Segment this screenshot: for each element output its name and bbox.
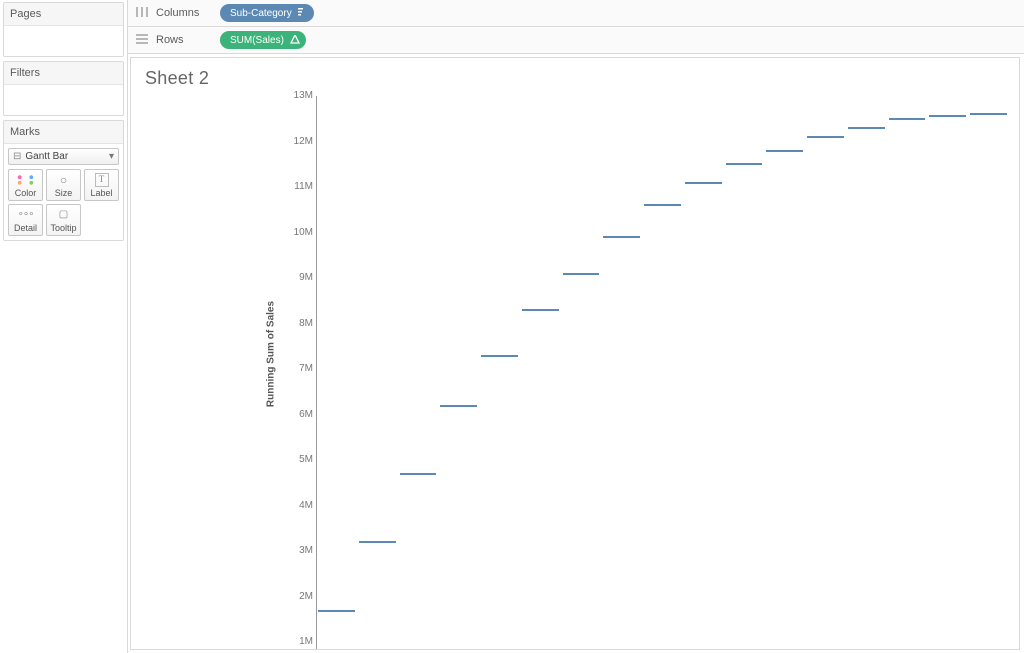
gantt-mark[interactable] [807, 136, 844, 138]
gantt-mark[interactable] [481, 355, 518, 357]
y-tick: 6M [279, 409, 313, 420]
rows-icon [128, 33, 156, 48]
sheet-title: Sheet 2 [131, 58, 1019, 93]
y-tick: 7M [279, 363, 313, 374]
y-tick: 3M [279, 545, 313, 556]
gantt-mark[interactable] [726, 163, 763, 165]
sort-icon [298, 7, 308, 17]
filters-card: Filters [3, 61, 124, 116]
gantt-mark[interactable] [563, 273, 600, 275]
gantt-mark[interactable] [970, 113, 1007, 115]
columns-label: Columns [156, 7, 212, 19]
marks-body: ⊟ Gantt Bar ▾ Color Size Label Detail To… [4, 144, 123, 240]
columns-shelf[interactable]: Columns Sub-Category [128, 0, 1024, 27]
mark-type-value: Gantt Bar [25, 151, 68, 162]
label-icon [87, 173, 116, 187]
rows-label: Rows [156, 34, 212, 46]
gantt-mark[interactable] [929, 115, 966, 117]
gantt-mark[interactable] [522, 309, 559, 311]
columns-icon [128, 6, 156, 21]
chevron-down-icon: ▾ [109, 151, 114, 162]
mark-color-button[interactable]: Color [8, 169, 43, 201]
mark-type-dropdown[interactable]: ⊟ Gantt Bar ▾ [8, 148, 119, 165]
color-icon [11, 173, 40, 187]
y-axis-label: Running Sum of Sales [266, 294, 277, 414]
viz-canvas[interactable]: Sheet 2 Running Sum of Sales 0M1M2M3M4M5… [130, 57, 1020, 650]
pages-title: Pages [4, 3, 123, 26]
gantt-icon: ⊟ [13, 151, 21, 162]
filters-title: Filters [4, 62, 123, 85]
pages-shelf[interactable] [4, 26, 123, 56]
gantt-mark[interactable] [603, 236, 640, 238]
mark-detail-button[interactable]: Detail [8, 204, 43, 236]
y-tick: 8M [279, 318, 313, 329]
table-calc-icon [290, 35, 300, 44]
chart-area: 0M1M2M3M4M5M6M7M8M9M10M11M12M13M [279, 96, 1009, 650]
y-tick: 13M [279, 90, 313, 101]
y-tick: 12M [279, 136, 313, 147]
gantt-mark[interactable] [848, 127, 885, 129]
filters-shelf[interactable] [4, 85, 123, 115]
gantt-mark[interactable] [400, 473, 437, 475]
y-tick: 2M [279, 591, 313, 602]
mark-tooltip-button[interactable]: Tooltip [46, 204, 81, 236]
mark-size-button[interactable]: Size [46, 169, 81, 201]
rows-pill-sum-sales[interactable]: SUM(Sales) [220, 31, 306, 49]
marks-title: Marks [4, 121, 123, 144]
gantt-mark[interactable] [766, 150, 803, 152]
size-icon [49, 173, 78, 187]
y-tick: 11M [279, 181, 313, 192]
gantt-mark[interactable] [685, 182, 722, 184]
y-tick: 10M [279, 227, 313, 238]
y-tick: 5M [279, 454, 313, 465]
gantt-mark[interactable] [359, 541, 396, 543]
marks-card: Marks ⊟ Gantt Bar ▾ Color Size Label Det… [3, 120, 124, 241]
gantt-mark[interactable] [644, 204, 681, 206]
y-tick: 1M [279, 636, 313, 647]
rows-shelf[interactable]: Rows SUM(Sales) [128, 27, 1024, 54]
y-axis-line [316, 96, 317, 650]
y-tick: 4M [279, 500, 313, 511]
gantt-mark[interactable] [889, 118, 926, 120]
tooltip-icon [49, 208, 78, 222]
gantt-mark[interactable] [318, 610, 355, 612]
mark-label-button[interactable]: Label [84, 169, 119, 201]
side-panel: Pages Filters Marks ⊟ Gantt Bar ▾ Color … [0, 0, 128, 653]
detail-icon [11, 208, 40, 222]
y-tick: 9M [279, 272, 313, 283]
gantt-mark[interactable] [440, 405, 477, 407]
pages-card: Pages [3, 2, 124, 57]
columns-pill-subcategory[interactable]: Sub-Category [220, 4, 314, 22]
